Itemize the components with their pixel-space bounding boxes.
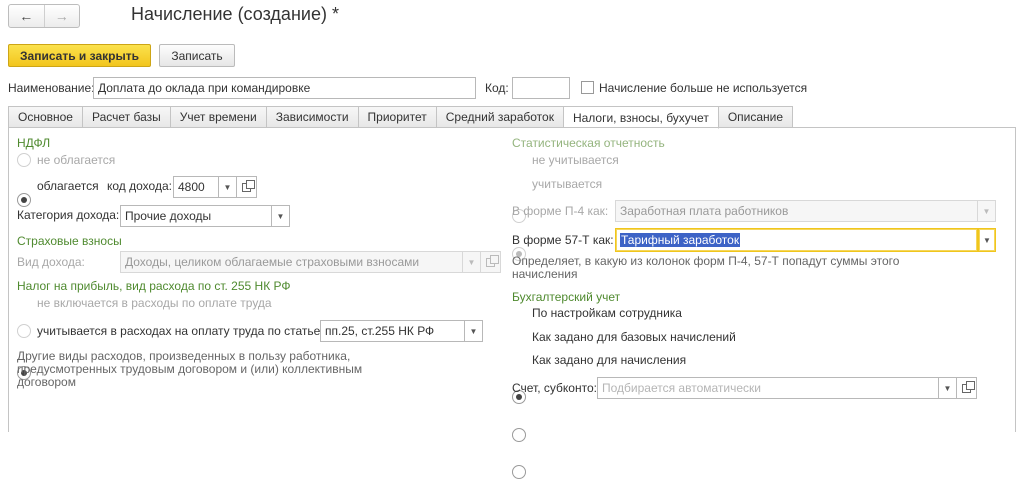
back-arrow-icon[interactable]: ←	[9, 5, 44, 27]
name-input[interactable]: Доплата до оклада при командировке	[93, 77, 476, 99]
acc-base-label: Как задано для базовых начислений	[532, 330, 736, 344]
income-code-dropdown-icon[interactable]: ▼	[219, 176, 237, 198]
tab-priority[interactable]: Приоритет	[358, 106, 437, 128]
insurance-heading: Страховые взносы	[17, 234, 122, 248]
acc-employee-label: По настройкам сотрудника	[532, 306, 682, 320]
nav-buttons: ← →	[8, 4, 80, 28]
profit-not-included-label: не включается в расходы по оплате труда	[37, 296, 272, 310]
f57-dropdown-icon[interactable]: ▼	[978, 228, 996, 252]
code-label: Код:	[485, 81, 509, 95]
tab-base-calculation[interactable]: Расчет базы	[82, 106, 171, 128]
tab-main[interactable]: Основное	[8, 106, 83, 128]
ndfl-taxed-label: облагается	[37, 179, 99, 193]
p4-dropdown-icon[interactable]: ▼	[978, 200, 996, 222]
income-code-open-icon[interactable]	[237, 176, 257, 198]
income-type-dropdown-icon[interactable]: ▼	[463, 251, 481, 273]
f57-selected-text: Тарифный заработок	[620, 233, 741, 247]
open-icon	[242, 179, 255, 192]
acc-accrual-label: Как задано для начисления	[532, 353, 687, 367]
account-label: Счет, субконто:	[512, 381, 597, 395]
income-code-label: код дохода:	[107, 179, 172, 193]
f57-input[interactable]: Тарифный заработок	[615, 228, 978, 252]
unused-checkbox[interactable]	[581, 81, 594, 94]
profit-tax-heading: Налог на прибыль, вид расхода по ст. 255…	[17, 279, 291, 293]
tab-average-earnings[interactable]: Средний заработок	[436, 106, 564, 128]
tab-time-accounting[interactable]: Учет времени	[170, 106, 267, 128]
category-input[interactable]: Прочие доходы	[120, 205, 272, 227]
income-type-open-icon[interactable]	[481, 251, 501, 273]
open-icon	[486, 254, 499, 267]
tab-dependencies[interactable]: Зависимости	[266, 106, 359, 128]
page-title: Начисление (создание) *	[131, 4, 339, 24]
accounting-heading: Бухгалтерский учет	[512, 290, 621, 304]
income-code-input[interactable]: 4800	[173, 176, 219, 198]
name-label: Наименование:	[8, 81, 95, 95]
account-input[interactable]: Подбирается автоматически	[597, 377, 939, 399]
unused-label: Начисление больше не используется	[599, 81, 808, 95]
tab-bar: Основное Расчет базы Учет времени Зависи…	[8, 106, 794, 129]
profit-tax-note: Другие виды расходов, произведенных в по…	[17, 349, 363, 389]
acc-base-radio[interactable]	[512, 428, 526, 442]
article-input[interactable]: пп.25, ст.255 НК РФ	[320, 320, 465, 342]
stats-counted-label: учитывается	[532, 177, 603, 191]
category-dropdown-icon[interactable]: ▼	[272, 205, 290, 227]
profit-not-included-radio[interactable]	[17, 324, 31, 338]
income-type-input[interactable]: Доходы, целиком облагаемые страховыми вз…	[120, 251, 463, 273]
tab-description[interactable]: Описание	[718, 106, 794, 128]
ndfl-not-taxed-label: не облагается	[37, 153, 116, 167]
code-input[interactable]	[512, 77, 570, 99]
income-type-label: Вид дохода:	[17, 255, 85, 269]
stats-not-counted-label: не учитывается	[532, 153, 619, 167]
p4-label: В форме П-4 как:	[512, 204, 609, 218]
account-open-icon[interactable]	[957, 377, 977, 399]
stats-heading: Статистическая отчетность	[512, 136, 665, 150]
acc-accrual-radio[interactable]	[512, 465, 526, 479]
f57-label: В форме 57-Т как:	[512, 233, 614, 247]
stats-note: Определяет, в какую из колонок форм П-4,…	[512, 254, 900, 281]
account-dropdown-icon[interactable]: ▼	[939, 377, 957, 399]
ndfl-taxed-radio[interactable]	[17, 193, 31, 207]
category-label: Категория дохода:	[17, 208, 120, 222]
p4-input[interactable]: Заработная плата работников	[615, 200, 978, 222]
save-and-close-button[interactable]: Записать и закрыть	[8, 44, 151, 67]
article-dropdown-icon[interactable]: ▼	[465, 320, 483, 342]
tab-taxes[interactable]: Налоги, взносы, бухучет	[563, 106, 719, 129]
ndfl-heading: НДФЛ	[17, 136, 51, 150]
profit-included-label: учитывается в расходах на оплату труда п…	[37, 324, 324, 338]
save-button[interactable]: Записать	[159, 44, 235, 67]
forward-arrow-icon[interactable]: →	[43, 5, 80, 27]
ndfl-not-taxed-radio[interactable]	[17, 153, 31, 167]
open-icon	[962, 380, 975, 393]
